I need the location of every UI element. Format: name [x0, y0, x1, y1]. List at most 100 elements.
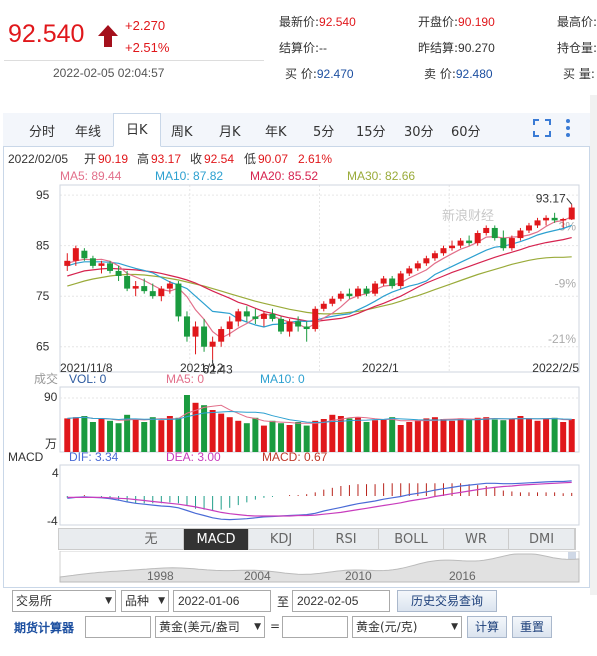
tab-30min[interactable]: 30分 — [404, 121, 434, 140]
candle-body — [491, 227, 498, 239]
candle-body — [98, 263, 105, 266]
high-marker: 93.17 — [536, 191, 566, 205]
volume-bar — [175, 417, 182, 452]
watermark: 新浪财经 — [442, 208, 494, 223]
candle-body — [337, 293, 344, 299]
unit-from-select[interactable]: 黄金(美元/盎司 ▼ — [155, 616, 265, 638]
open-price-field: 开盘价:90.190 — [418, 15, 495, 29]
indicator-tab-none[interactable]: 无 — [119, 529, 184, 550]
bar-date: 2022/02/05 — [8, 152, 68, 166]
overview-year-2010: 2010 — [345, 569, 372, 583]
candle-body — [158, 288, 165, 297]
volume-bar — [320, 419, 327, 452]
volume-bar — [517, 416, 524, 452]
indicator-tab-wr[interactable]: WR — [444, 529, 509, 550]
latest-price-field: 最新价:92.540 — [279, 15, 356, 29]
candle-body — [329, 298, 336, 304]
tab-60min[interactable]: 60分 — [451, 121, 481, 140]
volume-bar — [209, 410, 216, 452]
volume-bar — [389, 417, 396, 452]
volume-title: 成交 — [34, 371, 58, 386]
candle-body — [64, 260, 71, 266]
indicator-tab-macd[interactable]: MACD — [184, 529, 249, 550]
volume-bar — [98, 419, 105, 452]
tab-5min[interactable]: 5分 — [313, 121, 334, 140]
candle-body — [243, 311, 250, 317]
open-interest-field: 持仓量: — [557, 41, 597, 55]
reset-button[interactable]: 重置 — [512, 616, 552, 638]
x-tick-label: 2022/2/5 — [532, 361, 579, 375]
volume-bar — [508, 419, 515, 452]
candle-body — [534, 220, 541, 226]
indicator-tab-dmi[interactable]: DMI — [509, 529, 575, 550]
candle-body — [474, 233, 481, 244]
candle-body — [508, 238, 515, 249]
candle-body — [149, 291, 156, 297]
percent-axis: 3%-9%-21% — [548, 220, 576, 346]
candle-body — [81, 250, 88, 259]
candle-body — [218, 329, 225, 342]
candle-body — [483, 227, 490, 234]
calc-input-from[interactable] — [85, 616, 151, 638]
tab-15min[interactable]: 15分 — [356, 121, 386, 140]
volume-bar — [269, 420, 276, 452]
volume-bar — [525, 418, 532, 452]
volume-bar — [278, 423, 285, 452]
low-marker: 62.43 — [203, 363, 233, 377]
candle-body — [226, 321, 233, 330]
indicator-tab-kdj[interactable]: KDJ — [249, 529, 314, 550]
macd-axis-bottom: -4 — [47, 514, 58, 528]
volume-bar — [372, 420, 379, 452]
end-date-input[interactable]: 2022-02-05 — [292, 590, 390, 612]
candle-body — [440, 248, 447, 254]
volume-axis-unit: 万 — [45, 437, 57, 451]
volume-bar — [235, 420, 242, 452]
volume-bar — [166, 416, 173, 452]
calc-input-to[interactable] — [282, 616, 348, 638]
candle-body — [175, 283, 182, 317]
volume-ma10-legend: MA10: 0 — [260, 372, 305, 386]
volume-bar — [81, 416, 88, 452]
tab-daily-k[interactable]: 日K — [113, 113, 161, 147]
start-date-input[interactable]: 2022-01-06 — [173, 590, 271, 612]
tab-intraday[interactable]: 分时 — [29, 121, 55, 140]
volume-bar — [132, 419, 139, 452]
ma10-legend: MA10: 87.82 — [155, 169, 223, 183]
volume-bar — [243, 423, 250, 452]
volume-bar — [303, 425, 310, 452]
y-tick-label: 75 — [36, 289, 50, 303]
tab-year-line[interactable]: 年线 — [75, 121, 101, 140]
macd-legend: MACD: 0.67 — [262, 450, 328, 464]
candle-body — [107, 263, 114, 271]
candle-body — [209, 341, 216, 347]
volume-bar — [483, 417, 490, 452]
history-query-button[interactable]: 历史交易查询 — [397, 590, 497, 612]
calculate-button[interactable]: 计算 — [467, 616, 507, 638]
candle-body — [551, 217, 558, 221]
volume-bar — [72, 417, 79, 452]
unit-to-select[interactable]: 黄金(元/克) ▼ — [352, 616, 462, 638]
open-value: 90.19 — [98, 152, 128, 166]
candle-body — [363, 288, 370, 294]
y-tick-label: 95 — [36, 188, 50, 202]
volume-bar — [449, 420, 456, 452]
macd-axis-top: 4 — [52, 466, 59, 480]
history-overview[interactable]: 1998 2004 2010 2016 — [0, 551, 597, 585]
more-options-icon[interactable] — [565, 118, 571, 138]
indicator-tab-rsi[interactable]: RSI — [314, 529, 379, 550]
dif-legend: DIF: 3.34 — [69, 450, 119, 464]
tab-monthly-k[interactable]: 月K — [219, 121, 241, 140]
fullscreen-icon[interactable] — [533, 119, 551, 137]
indicator-tab-boll[interactable]: BOLL — [379, 529, 444, 550]
close-label: 收 — [190, 152, 202, 166]
settle-price-field: 结算价:-- — [279, 41, 328, 55]
tab-weekly-k[interactable]: 周K — [171, 121, 193, 140]
volume-bar — [312, 420, 319, 452]
exchange-select[interactable]: 交易所 ▼ — [12, 590, 116, 612]
kline-chart[interactable]: 2022/02/05 开 90.19 高 93.17 收 92.54 低 90.… — [0, 147, 597, 572]
dea-line — [67, 481, 572, 517]
tab-yearly-k[interactable]: 年K — [265, 121, 287, 140]
volume-bars — [64, 395, 575, 452]
variety-select[interactable]: 品种 ▼ — [121, 590, 169, 612]
candle-body — [278, 318, 285, 332]
